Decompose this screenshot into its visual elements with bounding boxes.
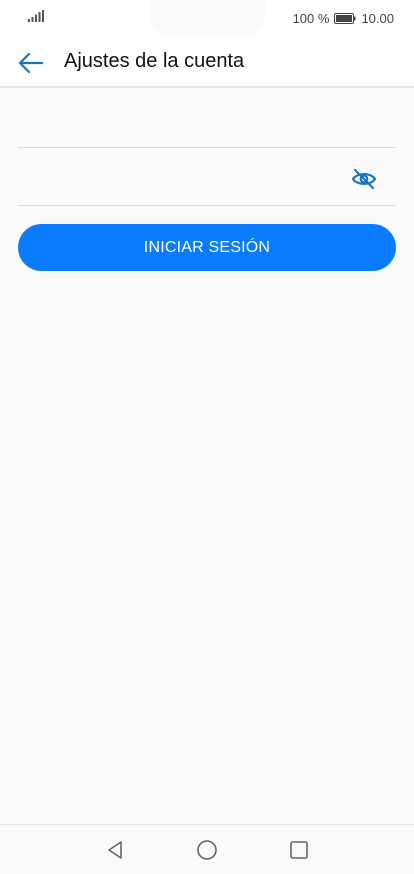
circle-home-icon: [197, 840, 217, 860]
login-button[interactable]: INICIAR SESIÓN: [18, 224, 396, 271]
status-bar: 100 % 10.00: [0, 0, 414, 36]
square-recent-icon: [290, 841, 308, 859]
status-time: 10.00: [361, 10, 394, 26]
arrow-left-icon: [18, 52, 44, 74]
triangle-back-icon: [108, 841, 122, 859]
status-right: 100 % 10.00: [293, 10, 394, 26]
page-title: Ajustes de la cuenta: [64, 50, 245, 72]
navigation-bar: [0, 824, 414, 874]
username-input[interactable]: [18, 102, 396, 147]
nav-home-button[interactable]: [196, 839, 218, 861]
username-field[interactable]: [18, 102, 396, 148]
battery-percent: 100 %: [292, 10, 330, 26]
battery-icon: [334, 12, 356, 24]
app-bar: Ajustes de la cuenta: [0, 36, 414, 88]
eye-off-icon: [351, 168, 377, 190]
camera-notch: [150, 0, 265, 36]
back-button[interactable]: [16, 48, 46, 78]
toggle-password-visibility-button[interactable]: [350, 165, 378, 193]
password-field[interactable]: [18, 160, 396, 206]
password-input[interactable]: [18, 160, 396, 205]
nav-recent-button[interactable]: [288, 839, 310, 861]
signal-icon: [28, 10, 44, 22]
nav-back-button[interactable]: [104, 839, 126, 861]
